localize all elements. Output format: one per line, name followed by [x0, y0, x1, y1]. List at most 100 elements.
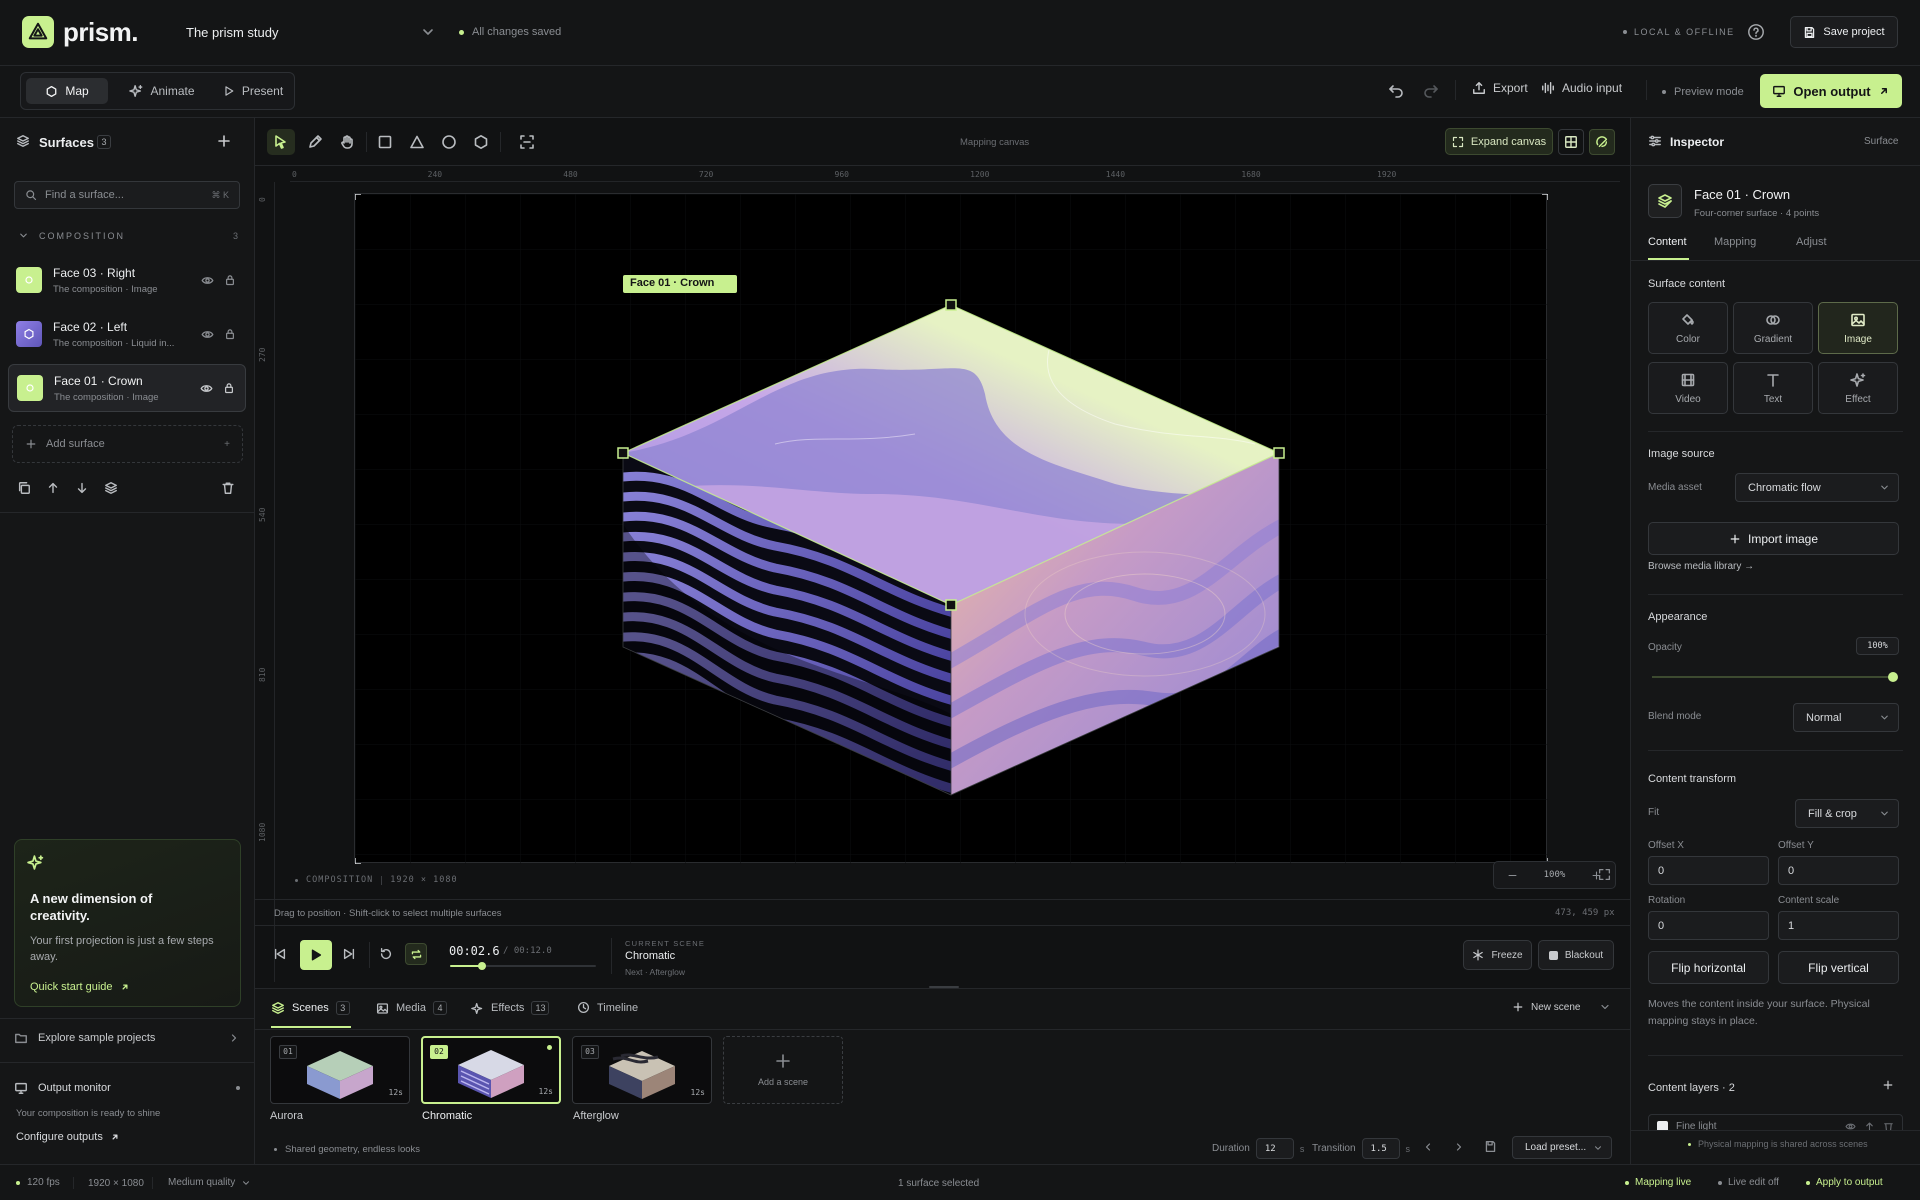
composition-canvas[interactable]: Face 01 · Crown — [354, 193, 1548, 864]
project-selector[interactable]: The prism study — [186, 20, 436, 44]
content-type-text[interactable]: Text — [1733, 362, 1813, 414]
lock-icon[interactable] — [224, 328, 236, 340]
scene-card-chromatic-active[interactable]: 02 12s — [421, 1036, 561, 1104]
offset-y-input[interactable]: 0 — [1778, 856, 1899, 885]
tab-scenes[interactable]: Scenes 3 — [271, 1001, 350, 1015]
restart-icon[interactable] — [379, 947, 393, 961]
scene-card-afterglow[interactable]: 03 12s — [572, 1036, 712, 1104]
tab-mapping[interactable]: Mapping — [1714, 236, 1756, 248]
add-surface-button[interactable]: Add surface + — [12, 425, 243, 463]
prev-scene-icon[interactable] — [1422, 1141, 1434, 1153]
skip-back-icon[interactable] — [273, 947, 287, 961]
next-scene: Next · Afterglow — [625, 967, 685, 977]
expand-canvas-button[interactable]: Expand canvas — [1445, 128, 1553, 155]
offset-x-input[interactable]: 0 — [1648, 856, 1769, 885]
blend-mode-select[interactable]: Normal — [1793, 703, 1899, 732]
skip-forward-icon[interactable] — [342, 947, 356, 961]
quality-select[interactable]: Medium quality — [168, 1177, 251, 1188]
play-button[interactable] — [300, 940, 332, 970]
add-scene-button[interactable]: Add a scene — [723, 1036, 843, 1104]
timeline-scrubber[interactable] — [450, 962, 596, 970]
hand-tool-icon[interactable] — [339, 134, 355, 150]
save-preset-icon[interactable] — [1484, 1140, 1497, 1153]
surface-item-face-02[interactable]: Face 02 · Left The composition · Liquid … — [8, 310, 246, 358]
fit-select[interactable]: Fill & crop — [1795, 799, 1899, 828]
freeze-button[interactable]: Freeze — [1463, 940, 1532, 970]
tab-media[interactable]: Media 4 — [376, 1001, 447, 1015]
preview-mode-toggle[interactable]: Preview mode — [1662, 86, 1744, 98]
audio-input-button[interactable]: Audio input — [1541, 81, 1622, 95]
export-button[interactable]: Export — [1472, 81, 1528, 95]
tab-content[interactable]: Content — [1648, 236, 1687, 248]
tab-effects[interactable]: Effects 13 — [471, 1001, 550, 1015]
surface-item-face-01-selected[interactable]: Face 01 · Crown The composition · Image — [8, 364, 246, 412]
tab-adjust[interactable]: Adjust — [1796, 236, 1827, 248]
blackout-button[interactable]: Blackout — [1538, 940, 1614, 970]
quick-start-link[interactable]: Quick start guide — [30, 981, 130, 993]
rotation-input[interactable]: 0 — [1648, 911, 1769, 940]
freeze-label: Freeze — [1491, 949, 1523, 961]
lock-icon[interactable] — [224, 274, 236, 286]
import-image-button[interactable]: Import image — [1648, 522, 1899, 555]
transition-input[interactable]: 1.5 — [1361, 1138, 1400, 1159]
apply-to-output-button[interactable]: Apply to output — [1806, 1177, 1883, 1188]
duration-input[interactable]: 12 — [1255, 1138, 1294, 1159]
tab-timeline[interactable]: Timeline — [577, 1001, 638, 1014]
content-type-color[interactable]: Color — [1648, 302, 1728, 354]
move-up-icon[interactable] — [46, 481, 60, 495]
surface-item-face-03[interactable]: Face 03 · Right The composition · Image — [8, 256, 246, 304]
load-preset-select[interactable]: Load preset... — [1512, 1136, 1612, 1159]
snap-magnet-icon[interactable] — [1589, 129, 1615, 155]
surface-sub: The composition · Image — [53, 283, 158, 295]
fullscreen-icon[interactable] — [1598, 868, 1611, 881]
save-project-button[interactable]: Save project — [1790, 16, 1898, 48]
mode-animate-button[interactable]: Animate — [121, 78, 203, 104]
chevron-down-icon[interactable] — [1599, 1001, 1611, 1013]
open-output-button[interactable]: Open output — [1760, 74, 1902, 108]
move-down-icon[interactable] — [75, 481, 89, 495]
mode-present-button[interactable]: Present — [213, 78, 293, 104]
composition-group-header[interactable]: COMPOSITION 3 — [18, 230, 238, 241]
live-edit-toggle[interactable]: Live edit off — [1718, 1177, 1779, 1188]
fit-selection-icon[interactable] — [519, 134, 535, 150]
new-scene-button[interactable]: New scene — [1512, 1001, 1580, 1013]
content-type-gradient[interactable]: Gradient — [1733, 302, 1813, 354]
explore-sample-projects[interactable]: Explore sample projects — [14, 1028, 240, 1048]
mode-map-button[interactable]: Map — [26, 78, 108, 104]
loop-icon[interactable] — [405, 943, 427, 965]
help-icon[interactable] — [1746, 22, 1766, 42]
undo-icon[interactable] — [1388, 82, 1404, 98]
duplicate-icon[interactable] — [17, 481, 31, 495]
add-surface-plus-icon[interactable] — [216, 133, 232, 149]
content-type-video[interactable]: Video — [1648, 362, 1728, 414]
trash-icon[interactable] — [221, 481, 235, 495]
eye-icon[interactable] — [201, 328, 214, 341]
pen-tool-icon[interactable] — [307, 134, 323, 150]
hexagon-tool-icon[interactable] — [473, 134, 489, 150]
grid-view-icon[interactable] — [1558, 129, 1584, 155]
circle-tool-icon[interactable] — [441, 134, 457, 150]
zoom-out-icon[interactable] — [1507, 870, 1518, 881]
eye-icon[interactable] — [200, 382, 213, 395]
next-scene-icon[interactable] — [1453, 1141, 1465, 1153]
media-asset-select[interactable]: Chromatic flow — [1735, 473, 1899, 502]
content-scale-input[interactable]: 1 — [1778, 911, 1899, 940]
surface-search-input[interactable]: Find a surface... ⌘ K — [14, 181, 240, 209]
lock-icon[interactable] — [223, 382, 235, 394]
configure-outputs-link[interactable]: Configure outputs — [16, 1131, 120, 1143]
opacity-value[interactable]: 100% — [1856, 637, 1899, 655]
add-layer-plus-icon[interactable] — [1882, 1079, 1894, 1091]
stack-icon[interactable] — [104, 481, 118, 495]
flip-horizontal-button[interactable]: Flip horizontal — [1648, 951, 1769, 984]
select-tool-icon[interactable] — [267, 129, 295, 155]
triangle-tool-icon[interactable] — [409, 134, 425, 150]
opacity-slider[interactable] — [1652, 672, 1898, 682]
flip-vertical-button[interactable]: Flip vertical — [1778, 951, 1899, 984]
content-type-image-selected[interactable]: Image — [1818, 302, 1898, 354]
eye-icon[interactable] — [201, 274, 214, 287]
rectangle-tool-icon[interactable] — [377, 134, 393, 150]
redo-icon[interactable] — [1423, 82, 1439, 98]
scene-card-aurora[interactable]: 01 12s — [270, 1036, 410, 1104]
content-type-effect[interactable]: Effect — [1818, 362, 1898, 414]
browse-media-link[interactable]: Browse media library → — [1648, 561, 1754, 572]
